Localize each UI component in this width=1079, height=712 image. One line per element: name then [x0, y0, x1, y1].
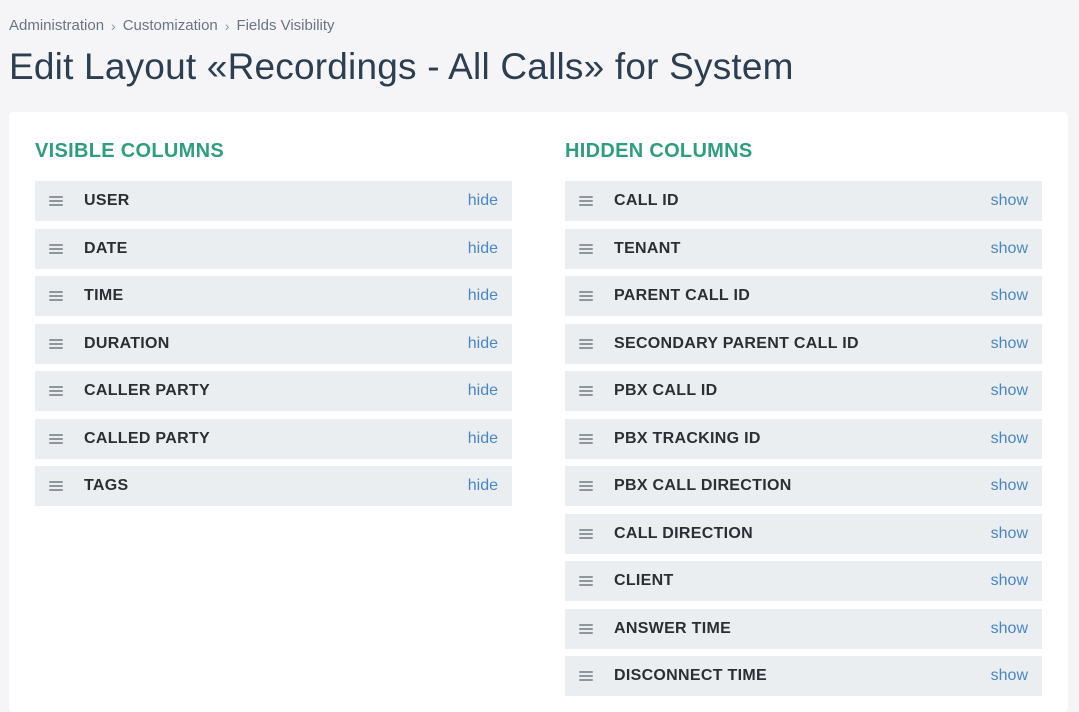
drag-handle-icon[interactable] — [579, 386, 593, 396]
show-link[interactable]: show — [991, 667, 1028, 685]
column-name: PBX CALL DIRECTION — [614, 477, 792, 494]
column-name: CALLED PARTY — [84, 429, 210, 447]
column-row[interactable]: PBX TRACKING ID show — [565, 418, 1042, 459]
hide-link[interactable]: hide — [468, 287, 498, 305]
show-link[interactable]: show — [991, 240, 1028, 258]
page-title: Edit Layout «Recordings - All Calls» for… — [9, 46, 794, 87]
drag-handle-icon[interactable] — [49, 243, 63, 254]
column-row[interactable]: TAGS hide — [35, 466, 512, 506]
show-link[interactable]: show — [991, 430, 1028, 448]
drag-handle-icon[interactable] — [49, 291, 63, 301]
column-name: TENANT — [614, 239, 681, 257]
column-row[interactable]: CLIENT show — [565, 561, 1042, 601]
drag-handle-icon[interactable] — [579, 623, 593, 634]
column-row[interactable]: ANSWER TIME show — [565, 608, 1042, 649]
column-row[interactable]: PARENT CALL ID show — [565, 276, 1042, 316]
drag-handle-icon[interactable] — [49, 386, 63, 396]
drag-handle-icon[interactable] — [579, 481, 593, 491]
hidden-columns-panel: HIDDEN COLUMNS CALL ID show TENANT show PARE… — [565, 140, 1042, 704]
column-name: USER — [84, 192, 130, 209]
column-name: CALLER PARTY — [84, 382, 210, 399]
column-row[interactable]: CALL DIRECTION show — [565, 513, 1042, 554]
breadcrumb-item-administration[interactable]: Administration — [9, 17, 104, 34]
column-row[interactable]: DISCONNECT TIME show — [565, 656, 1042, 696]
column-row[interactable]: DURATION hide — [35, 323, 512, 364]
hide-link[interactable]: hide — [468, 430, 498, 448]
drag-handle-icon[interactable] — [579, 243, 593, 254]
column-row[interactable]: TIME hide — [35, 276, 512, 316]
show-link[interactable]: show — [991, 335, 1028, 353]
drag-handle-icon[interactable] — [579, 196, 593, 206]
layout-editor-card: VISIBLE COLUMNS USER hide DATE hide TIME hide… — [9, 112, 1068, 712]
column-name: CALL ID — [614, 192, 679, 209]
column-row[interactable]: USER hide — [35, 181, 512, 221]
show-link[interactable]: show — [991, 620, 1028, 638]
visible-columns-title: VISIBLE COLUMNS — [35, 140, 224, 162]
breadcrumb-item-customization[interactable]: Customization — [123, 17, 218, 34]
drag-handle-icon[interactable] — [579, 671, 593, 681]
column-row[interactable]: CALLED PARTY hide — [35, 418, 512, 459]
column-name: CALL DIRECTION — [614, 524, 754, 542]
column-name: DURATION — [84, 334, 170, 352]
chevron-right-icon: › — [224, 17, 230, 34]
hide-link[interactable]: hide — [468, 240, 498, 258]
drag-handle-icon[interactable] — [579, 338, 593, 349]
drag-handle-icon[interactable] — [49, 196, 63, 206]
column-name: PARENT CALL ID — [614, 287, 751, 304]
column-row[interactable]: TENANT show — [565, 228, 1042, 269]
column-row[interactable]: SECONDARY PARENT CALL ID show — [565, 323, 1042, 364]
hide-link[interactable]: hide — [468, 382, 498, 400]
column-name: PBX CALL ID — [614, 382, 718, 399]
drag-handle-icon[interactable] — [49, 481, 63, 491]
column-name: TAGS — [84, 477, 129, 494]
show-link[interactable]: show — [991, 382, 1028, 400]
show-link[interactable]: show — [991, 525, 1028, 543]
column-row[interactable]: DATE hide — [35, 228, 512, 269]
column-row[interactable]: CALLER PARTY hide — [35, 371, 512, 411]
drag-handle-icon[interactable] — [49, 338, 63, 349]
breadcrumb: Administration › Customization › Fields … — [9, 17, 335, 34]
hidden-columns-list: CALL ID show TENANT show PARENT CALL ID show S… — [565, 181, 1042, 696]
chevron-right-icon: › — [111, 17, 116, 34]
column-name: PBX TRACKING ID — [614, 429, 761, 447]
hide-link[interactable]: hide — [468, 192, 498, 210]
hidden-columns-title: HIDDEN COLUMNS — [565, 140, 753, 162]
column-row[interactable]: PBX CALL ID show — [565, 371, 1042, 411]
visible-columns-panel: VISIBLE COLUMNS USER hide DATE hide TIME hide… — [35, 140, 512, 514]
drag-handle-icon[interactable] — [579, 291, 593, 301]
show-link[interactable]: show — [991, 192, 1028, 210]
column-row[interactable]: CALL ID show — [565, 181, 1042, 221]
breadcrumb-item-fields-visibility[interactable]: Fields Visibility — [236, 17, 334, 34]
drag-handle-icon[interactable] — [579, 528, 593, 539]
column-name: TIME — [84, 287, 124, 304]
show-link[interactable]: show — [991, 572, 1028, 590]
hide-link[interactable]: hide — [468, 335, 498, 353]
column-name: CLIENT — [614, 572, 674, 589]
visible-columns-list: USER hide DATE hide TIME hide DURATION hide CALL… — [35, 181, 512, 506]
show-link[interactable]: show — [991, 287, 1028, 305]
drag-handle-icon[interactable] — [579, 433, 593, 444]
drag-handle-icon[interactable] — [579, 576, 593, 586]
hide-link[interactable]: hide — [468, 477, 498, 495]
show-link[interactable]: show — [991, 477, 1028, 495]
column-name: DATE — [84, 239, 128, 257]
drag-handle-icon[interactable] — [49, 433, 63, 444]
column-name: ANSWER TIME — [614, 619, 732, 637]
column-row[interactable]: PBX CALL DIRECTION show — [565, 466, 1042, 506]
column-name: DISCONNECT TIME — [614, 667, 767, 684]
column-name: SECONDARY PARENT CALL ID — [614, 334, 859, 352]
